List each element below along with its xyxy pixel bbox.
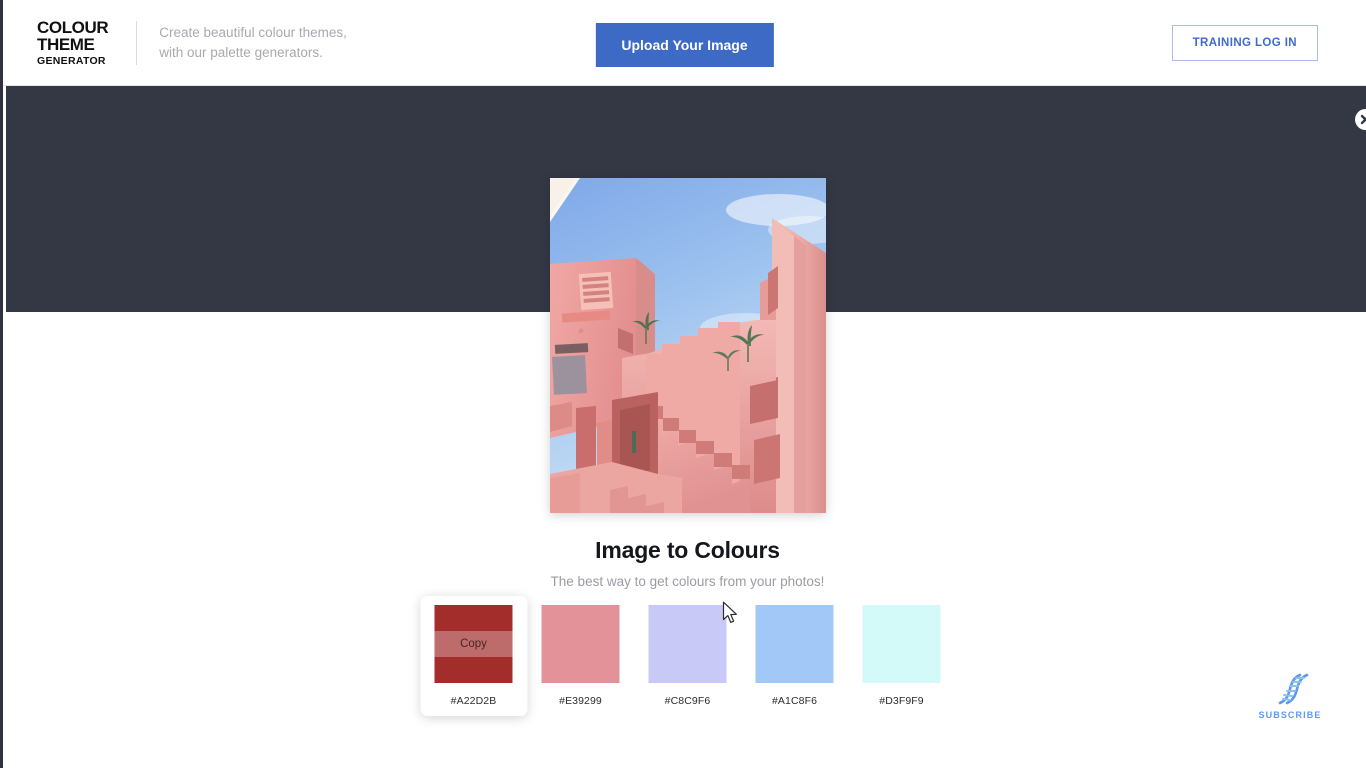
swatch-hex-label: #C8C9F6 [664,695,711,707]
uploaded-image-preview[interactable] [549,178,826,513]
swatch-cell[interactable]: Copy #A22D2B [420,596,527,716]
site-logo[interactable]: COLOUR THEME GENERATOR [37,17,109,67]
dna-helix-icon [1278,673,1309,705]
swatch-cell[interactable]: #A1C8F6 [741,596,848,716]
brand-divider [136,20,138,65]
page-subtitle: The best way to get colours from your ph… [550,574,825,589]
swatch-cell[interactable]: #E39299 [527,596,634,716]
swatch-hex-label: #D3F9F9 [879,695,924,707]
subscribe-label: SUBSCRIBE [1258,710,1322,720]
tagline-line-1: Create beautiful colour themes, [159,25,347,41]
colour-palette: Copy #A22D2B #E39299 #C8C9F6 #A1C8F6 #D3F9F9 [420,596,955,716]
tagline-line-2: with our palette generators. [159,44,323,60]
swatch-cell[interactable]: #C8C9F6 [634,596,741,716]
training-log-in-button[interactable]: TRAINING LOG IN [1171,24,1318,61]
pink-architecture-photo [549,178,826,513]
subscribe-widget[interactable]: SUBSCRIBE [1253,669,1327,720]
swatch-hex-label: #A22D2B [450,695,497,707]
swatch-chip[interactable] [755,605,834,683]
logo-line-theme: THEME [37,35,95,55]
page-title: Image to Colours [595,537,780,563]
copy-overlay[interactable]: Copy [434,631,513,657]
swatch-cell[interactable]: #D3F9F9 [848,596,955,716]
image-preview-column: Image to Colours The best way to get col… [549,178,826,589]
logo-line-generator: GENERATOR [37,54,106,67]
upload-your-image-button[interactable]: Upload Your Image [595,23,774,67]
site-tagline: Create beautiful colour themes, with our… [159,23,347,61]
brand-block[interactable]: COLOUR THEME GENERATOR Create beautiful … [37,19,347,66]
close-icon[interactable] [1355,109,1366,130]
logo-line-colour: COLOUR [37,17,109,37]
swatch-hex-label: #A1C8F6 [771,695,818,707]
swatch-chip[interactable] [862,605,941,683]
swatch-chip[interactable]: Copy [434,605,513,683]
swatch-chip[interactable] [541,605,620,683]
swatch-chip[interactable] [648,605,727,683]
swatch-hex-label: #E39299 [559,695,602,707]
